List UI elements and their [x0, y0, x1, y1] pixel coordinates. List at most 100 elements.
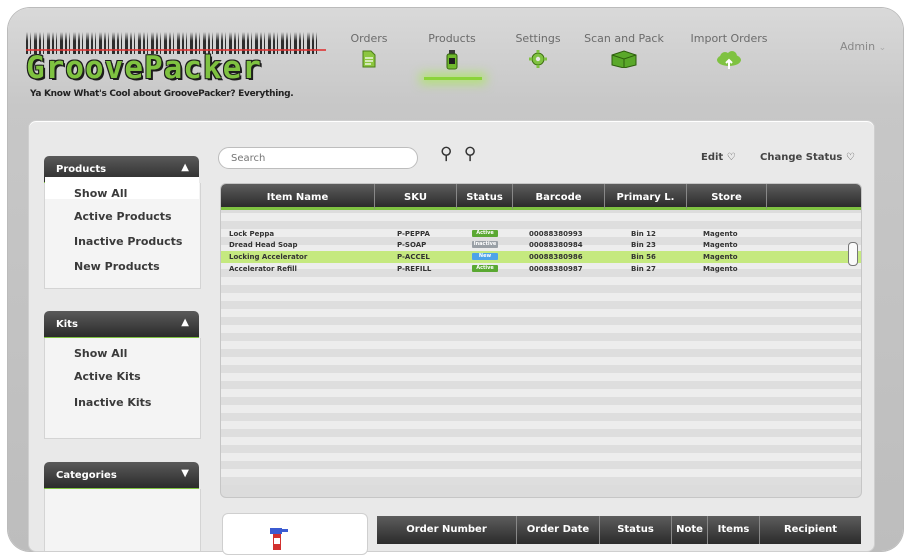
- cell-item-name: Accelerator Refill: [229, 265, 297, 273]
- pin-icon[interactable]: ⚲: [464, 144, 476, 164]
- nav-settings-label: Settings: [515, 32, 561, 45]
- table-stripe: [221, 213, 861, 221]
- sidebar-products-title: Products: [56, 164, 107, 175]
- table-stripe: [221, 413, 861, 421]
- sidebar-item-show-all-products[interactable]: Show All: [74, 187, 127, 200]
- column-header-primary-location[interactable]: Primary L.: [605, 184, 687, 210]
- column-header-order-number[interactable]: Order Number: [377, 516, 517, 544]
- box-icon: [611, 50, 637, 68]
- cell-sku: P-ACCEL: [397, 253, 430, 261]
- column-header-item-name[interactable]: Item Name: [221, 184, 375, 210]
- table-stripe: [221, 317, 861, 325]
- change-status-menu[interactable]: Change Status ♡: [760, 152, 855, 163]
- admin-label: Admin: [840, 40, 876, 53]
- cell-sku: P-REFILL: [397, 265, 432, 273]
- chevron-down-icon: ▼: [181, 468, 189, 479]
- bottle-icon: [446, 50, 458, 70]
- toolbar-icons: ⚲ ⚲: [440, 144, 476, 164]
- nav-orders-label: Orders: [350, 32, 388, 45]
- table-scrollbar-thumb[interactable]: [848, 242, 858, 266]
- table-stripe: [221, 461, 861, 469]
- cell-store: Magento: [703, 265, 738, 273]
- column-header-barcode[interactable]: Barcode: [513, 184, 605, 210]
- nav-products[interactable]: Products: [420, 32, 484, 70]
- sidebar-item-inactive-products[interactable]: Inactive Products: [74, 235, 182, 248]
- edit-menu[interactable]: Edit ♡: [701, 152, 736, 163]
- cell-barcode: 00088380986: [529, 253, 583, 261]
- status-badge: New: [472, 253, 498, 260]
- table-stripe: [221, 341, 861, 349]
- column-header-blank: [767, 184, 861, 210]
- nav-scan-and-pack-label: Scan and Pack: [584, 32, 664, 45]
- cell-sku: P-SOAP: [397, 241, 427, 249]
- table-stripe: [221, 357, 861, 365]
- table-row[interactable]: Accelerator Refill P-REFILL Active 00088…: [221, 263, 861, 275]
- cell-barcode: 00088380984: [529, 241, 583, 249]
- status-badge: Inactive: [472, 241, 498, 248]
- search-input[interactable]: [218, 147, 418, 169]
- status-badge: Active: [472, 265, 498, 272]
- table-stripe: [221, 429, 861, 437]
- table-stripe: [221, 333, 861, 341]
- sidebar-categories-title: Categories: [56, 470, 117, 481]
- table-stripe: [221, 445, 861, 453]
- nav-import-orders[interactable]: Import Orders: [682, 32, 776, 70]
- table-stripe: [221, 453, 861, 461]
- cloud-upload-icon: [717, 51, 741, 69]
- sidebar-item-active-products[interactable]: Active Products: [74, 210, 172, 223]
- sidebar-item-show-all-kits[interactable]: Show All: [74, 347, 127, 360]
- column-header-items[interactable]: Items: [708, 516, 760, 544]
- sidebar-kits-title: Kits: [56, 319, 78, 330]
- table-stripe: [221, 373, 861, 381]
- table-stripe: [221, 397, 861, 405]
- table-stripe: [221, 421, 861, 429]
- sidebar-categories-header[interactable]: Categories ▼: [44, 462, 199, 491]
- column-header-note[interactable]: Note: [672, 516, 708, 544]
- table-stripe: [221, 389, 861, 397]
- column-header-store[interactable]: Store: [687, 184, 767, 210]
- column-header-order-date[interactable]: Order Date: [517, 516, 600, 544]
- table-row[interactable]: Dread Head Soap P-SOAP Inactive 00088380…: [221, 239, 861, 251]
- column-header-sku[interactable]: SKU: [375, 184, 457, 210]
- cell-barcode: 00088380993: [529, 230, 583, 238]
- cell-store: Magento: [703, 230, 738, 238]
- table-stripe: [221, 477, 861, 485]
- nav-scan-and-pack[interactable]: Scan and Pack: [579, 32, 669, 68]
- cell-location: Bin 23: [631, 241, 656, 249]
- table-stripe: [221, 437, 861, 445]
- change-status-label: Change Status: [760, 152, 843, 163]
- cell-barcode: 00088380987: [529, 265, 583, 273]
- sidebar-kits-header[interactable]: Kits ▲: [44, 311, 199, 340]
- sidebar-item-inactive-kits[interactable]: Inactive Kits: [74, 396, 151, 409]
- tagline: Ya Know What's Cool about GroovePacker? …: [30, 89, 294, 99]
- table-stripe: [221, 325, 861, 333]
- table-stripe: [221, 285, 861, 293]
- cell-sku: P-PEPPA: [397, 230, 430, 238]
- logo-text: GroovePacker: [26, 50, 262, 86]
- status-badge: Active: [472, 230, 498, 237]
- gear-icon: [529, 50, 547, 68]
- column-header-status[interactable]: Status: [457, 184, 513, 210]
- nav-settings[interactable]: Settings: [508, 32, 568, 68]
- column-header-status[interactable]: Status: [600, 516, 672, 544]
- cell-store: Magento: [703, 253, 738, 261]
- table-stripe: [221, 309, 861, 317]
- table-row-selected[interactable]: Locking Accelerator P-ACCEL New 00088380…: [221, 251, 861, 263]
- table-stripe: [221, 293, 861, 301]
- chevron-up-icon: ▲: [181, 162, 189, 173]
- product-image-box: [222, 513, 368, 555]
- table-stripe: [221, 469, 861, 477]
- find-person-icon[interactable]: ⚲: [440, 144, 452, 164]
- column-header-recipient[interactable]: Recipient: [760, 516, 861, 544]
- table-stripe: [221, 301, 861, 309]
- admin-menu[interactable]: Admin ⌄: [840, 40, 886, 53]
- orders-table: Order Number Order Date Status Note Item…: [377, 516, 861, 552]
- nav-products-label: Products: [428, 32, 476, 45]
- cell-location: Bin 12: [631, 230, 656, 238]
- sidebar-item-active-kits[interactable]: Active Kits: [74, 370, 141, 383]
- table-stripe: [221, 381, 861, 389]
- sidebar-item-new-products[interactable]: New Products: [74, 260, 160, 273]
- sidebar-categories-list: [44, 489, 201, 551]
- nav-orders[interactable]: Orders: [344, 32, 394, 68]
- table-stripe: [221, 349, 861, 357]
